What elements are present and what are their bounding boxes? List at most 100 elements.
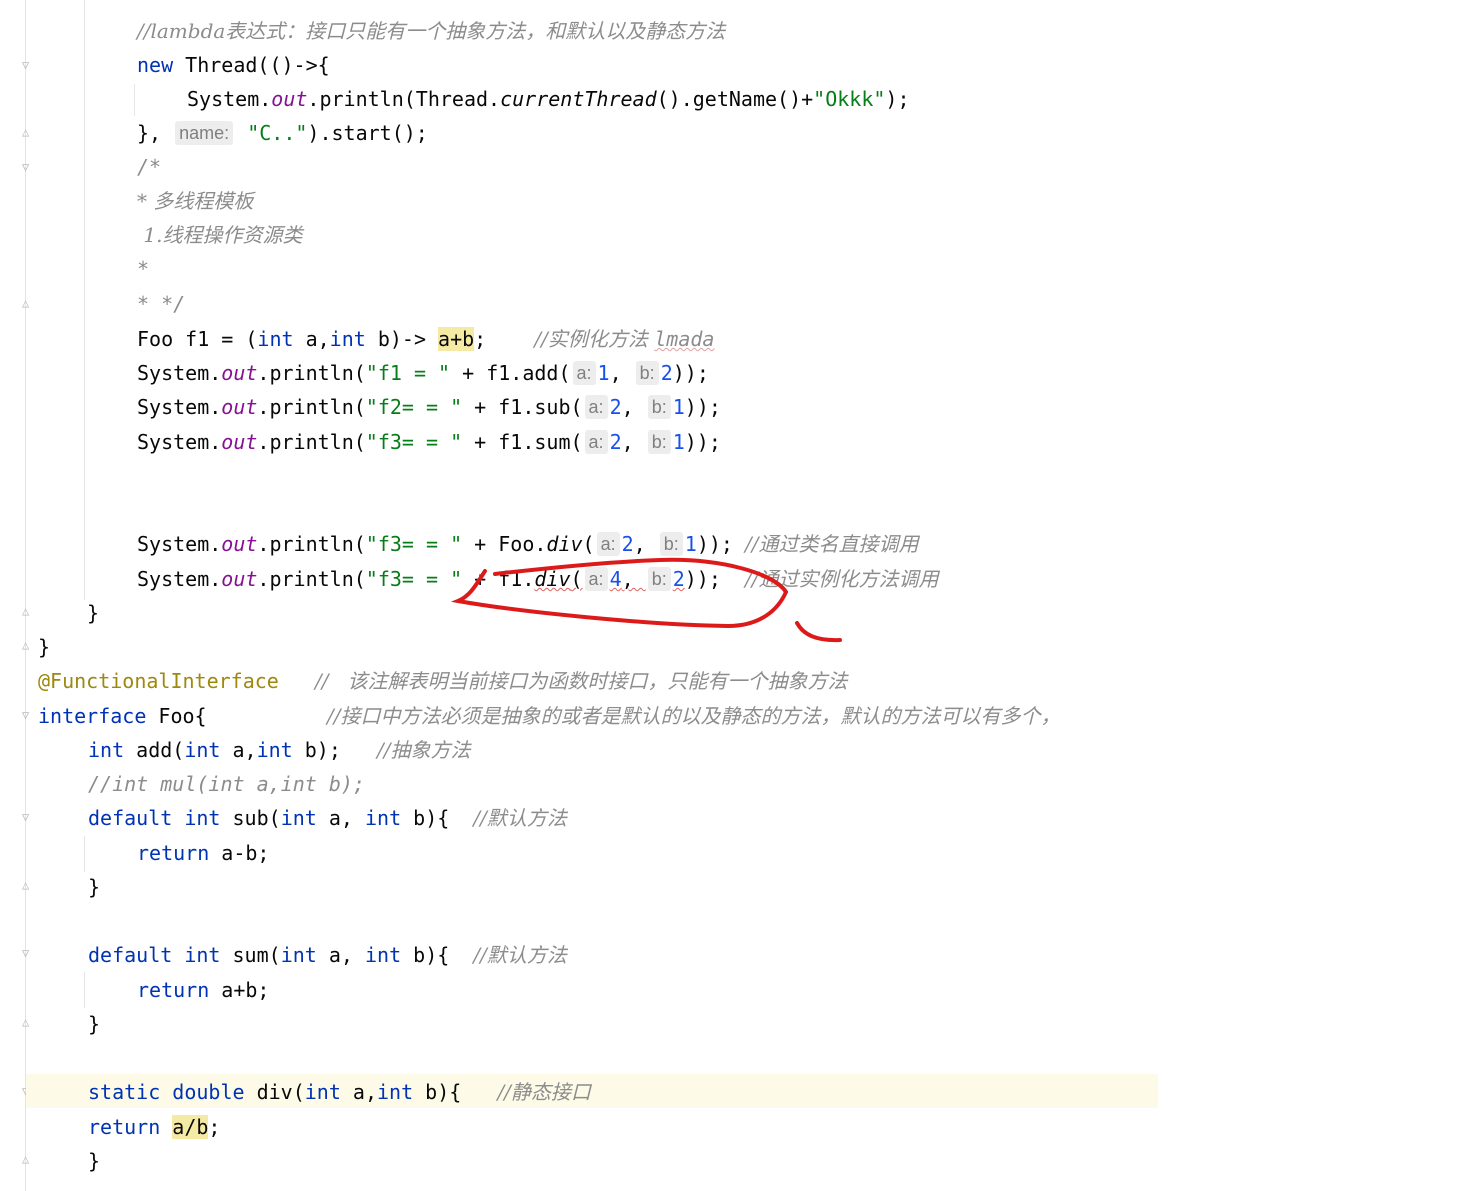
parameter-hint: a: [584, 567, 608, 591]
fold-icon[interactable]: △ [22, 296, 36, 310]
keyword: int [257, 327, 294, 351]
code-text: a, [316, 806, 365, 830]
fold-icon[interactable]: ▽ [22, 810, 36, 824]
code-line[interactable]: } [88, 870, 100, 904]
code-line[interactable]: System.out.println("f3= = " + f1.sum(a: 2… [137, 425, 721, 459]
code-text: Foo{ [146, 704, 207, 728]
code-line[interactable]: System.out.println("f1 = " + f1.add(a: 1,… [137, 356, 709, 390]
comment: //通过类名直接调用 [744, 532, 919, 556]
code-line[interactable]: return a+b; [137, 973, 269, 1007]
method-call: currentThread [500, 87, 657, 111]
code-text: ; [474, 327, 535, 351]
highlighted-expression: a/b [172, 1115, 209, 1139]
code-line[interactable]: Foo f1 = (int a,int b)-> a+b; //实例化方法 lm… [137, 322, 714, 356]
code-text: a, [340, 1080, 378, 1104]
fold-icon[interactable]: △ [22, 1015, 36, 1029]
code-line[interactable]: default int sum(int a, int b){ //默认方法 [88, 938, 567, 972]
code-line[interactable]: System.out.println("f3= = " + Foo.div(a:… [137, 527, 918, 561]
keyword: int [364, 943, 402, 967]
code-text: System. [137, 395, 222, 419]
fold-icon[interactable]: ▽ [22, 708, 36, 722]
code-line[interactable]: static double div(int a,int b){ //静态接口 [88, 1075, 591, 1109]
keyword: default [88, 806, 173, 830]
brace: } [38, 635, 51, 659]
keyword: int [184, 738, 221, 762]
fold-icon[interactable]: ▽ [22, 160, 36, 174]
code-line[interactable]: * */ [137, 287, 185, 321]
comment: //通过实例化方法调用 [744, 567, 939, 591]
string-literal: "C.." [247, 121, 308, 145]
keyword: default [88, 943, 173, 967]
code-line[interactable]: @FunctionalInterface // 该注解表明当前接口为函数时接口，… [38, 664, 848, 698]
code-line[interactable]: } [87, 596, 99, 630]
code-line[interactable]: System.out.println("f2= = " + f1.sub(a: 2… [137, 390, 721, 424]
code-line[interactable]: } [88, 1144, 100, 1178]
comment: 1.线程操作资源类 [137, 223, 303, 247]
code-line[interactable]: System.out.println(Thread.currentThread(… [187, 82, 910, 116]
fold-icon[interactable]: △ [22, 1152, 36, 1166]
parameter-hint: a: [596, 532, 620, 556]
code-text: b); [292, 738, 341, 762]
number-literal: 2 [660, 361, 673, 385]
code-text: )); [684, 395, 721, 419]
keyword: int [184, 806, 221, 830]
code-text: System. [187, 87, 272, 111]
parameter-hint: a: [584, 430, 608, 454]
code-line[interactable]: } [38, 630, 50, 664]
code-text: ).start(); [307, 121, 428, 145]
code-text: System. [137, 430, 222, 454]
code-line[interactable]: int add(int a,int b); //抽象方法 [88, 733, 471, 767]
code-text: b){ [401, 943, 450, 967]
code-line[interactable]: * [137, 252, 149, 286]
fold-icon[interactable]: △ [22, 604, 36, 618]
code-text: }, [137, 121, 174, 145]
indent-guide [84, 0, 85, 600]
code-text: + f1.sum( [462, 430, 583, 454]
parameter-hint: a: [572, 361, 596, 385]
string-literal: "f1 = " [365, 361, 451, 385]
code-line[interactable]: * 多线程模板 [137, 184, 253, 218]
number-literal: 2 [672, 567, 685, 591]
fold-icon[interactable]: △ [22, 125, 36, 139]
keyword: int [329, 327, 366, 351]
code-text: div( [256, 1080, 305, 1104]
code-text: )); [684, 567, 721, 591]
code-line[interactable]: //int mul(int a,int b); [88, 767, 365, 801]
comment: //int mul(int a,int b); [88, 772, 365, 796]
code-line[interactable]: //lambda表达式：接口只能有一个抽象方法，和默认以及静态方法 [137, 14, 725, 48]
fold-icon[interactable]: △ [22, 878, 36, 892]
code-line[interactable]: 1.线程操作资源类 [137, 218, 302, 252]
fold-icon[interactable]: ▽ [22, 946, 36, 960]
code-line[interactable]: default int sub(int a, int b){ //默认方法 [88, 801, 567, 835]
code-text: sum( [232, 943, 281, 967]
code-text: + Foo. [462, 532, 547, 556]
number-literal: 1 [672, 395, 685, 419]
code-line[interactable]: interface Foo{ //接口中方法必须是抽象的或者是默认的以及静态的方… [38, 699, 1061, 733]
indent-guide [84, 836, 85, 872]
number-literal: 2 [609, 430, 622, 454]
fold-icon[interactable]: ▽ [22, 58, 36, 72]
parameter-hint: b: [647, 567, 671, 591]
code-line[interactable]: new Thread(()->{ [137, 48, 330, 82]
code-text: , [621, 430, 646, 454]
code-line[interactable]: return a-b; [137, 836, 269, 870]
code-text: .println(Thread. [307, 87, 501, 111]
code-line[interactable]: } [88, 1007, 100, 1041]
fold-icon[interactable]: △ [22, 638, 36, 652]
keyword: double [172, 1080, 245, 1104]
string-literal: "f3= = " [365, 567, 463, 591]
field: out [271, 87, 308, 111]
code-line[interactable]: System.out.println("f3= = " + f1.div(a: 4… [137, 562, 938, 596]
code-text: Foo f1 = ( [137, 327, 258, 351]
code-line[interactable]: return a/b; [88, 1110, 220, 1144]
code-line[interactable]: }, name: "C..").start(); [137, 116, 428, 150]
comment: lmada [654, 327, 715, 351]
code-text: b){ [413, 1080, 462, 1104]
comment: * */ [137, 292, 186, 316]
comment: //实例化方法 [534, 327, 655, 351]
keyword: return [88, 1115, 161, 1139]
code-text: , [621, 395, 646, 419]
parameter-hint: b: [647, 430, 671, 454]
code-line[interactable]: /* [137, 150, 161, 184]
method-call: div [534, 567, 571, 591]
